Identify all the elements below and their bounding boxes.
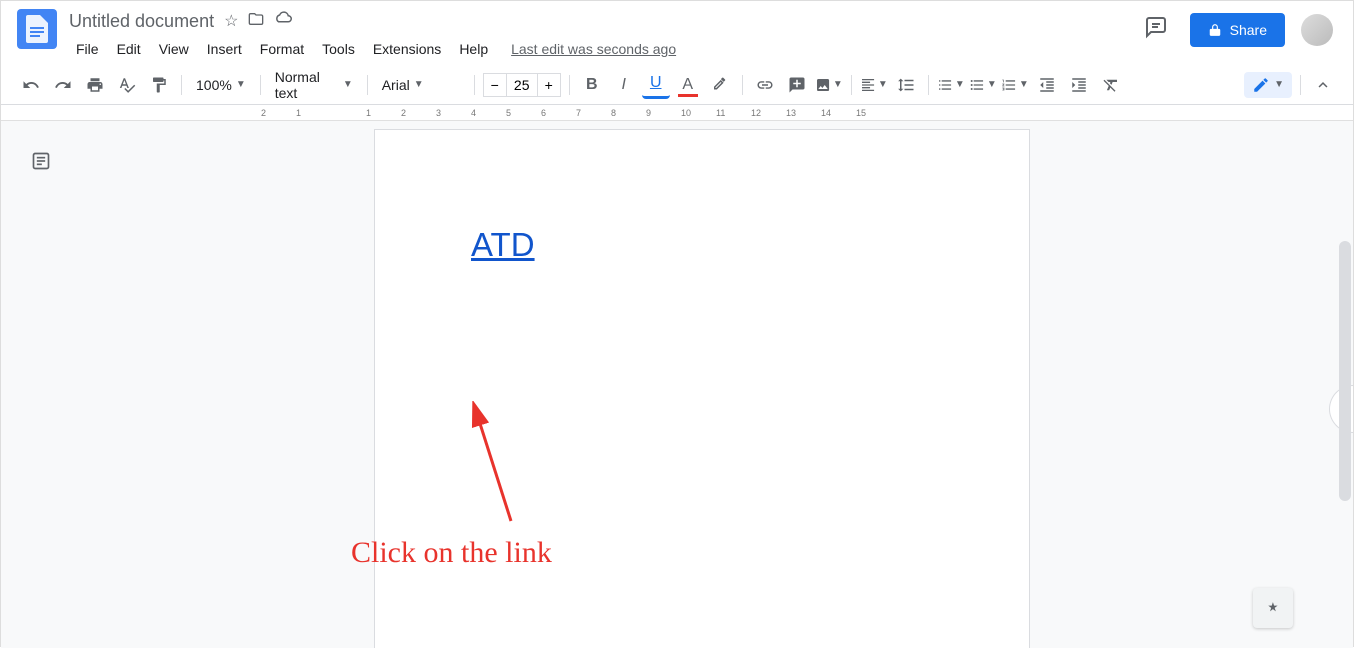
redo-button[interactable] — [49, 71, 77, 99]
font-size-decrease[interactable]: − — [483, 73, 507, 97]
last-edit-link[interactable]: Last edit was seconds ago — [511, 41, 676, 57]
cloud-icon[interactable] — [274, 11, 292, 32]
checklist-button[interactable]: ▼ — [937, 71, 965, 99]
print-button[interactable] — [81, 71, 109, 99]
font-size-input[interactable] — [507, 73, 537, 97]
comments-icon[interactable] — [1138, 9, 1174, 50]
horizontal-ruler[interactable]: 2 1 1 2 3 4 5 6 7 8 9 10 11 12 13 14 15 — [1, 105, 1353, 121]
menu-insert[interactable]: Insert — [200, 37, 249, 61]
header: Untitled document ☆ File Edit View Inser… — [1, 1, 1353, 65]
underline-button[interactable]: U — [642, 71, 670, 99]
editing-mode-button[interactable]: ▼ — [1244, 72, 1292, 98]
document-link[interactable]: ATD — [471, 226, 535, 263]
italic-button[interactable]: I — [610, 71, 638, 99]
collapse-toolbar-button[interactable] — [1309, 71, 1337, 99]
move-icon[interactable] — [248, 11, 264, 32]
font-size-group: − + — [483, 73, 561, 97]
bulleted-list-button[interactable]: ▼ — [969, 71, 997, 99]
undo-button[interactable] — [17, 71, 45, 99]
document-title[interactable]: Untitled document — [69, 11, 214, 32]
font-size-increase[interactable]: + — [537, 73, 561, 97]
decrease-indent-button[interactable] — [1033, 71, 1061, 99]
align-button[interactable]: ▼ — [860, 71, 888, 99]
insert-link-button[interactable] — [751, 71, 779, 99]
menu-view[interactable]: View — [152, 37, 196, 61]
share-button[interactable]: Share — [1190, 13, 1285, 47]
line-spacing-button[interactable] — [892, 71, 920, 99]
menu-bar: File Edit View Insert Format Tools Exten… — [69, 37, 1138, 61]
text-color-button[interactable]: A — [674, 71, 702, 99]
header-right: Share — [1138, 9, 1337, 50]
vertical-scrollbar[interactable] — [1339, 241, 1351, 501]
share-label: Share — [1230, 22, 1267, 38]
add-comment-button[interactable] — [783, 71, 811, 99]
zoom-select[interactable]: 100%▼ — [190, 73, 252, 97]
document-page[interactable]: ATD — [374, 129, 1030, 648]
lock-icon — [1208, 23, 1222, 37]
workspace: ATD Click on the link — [1, 121, 1353, 648]
increase-indent-button[interactable] — [1065, 71, 1093, 99]
menu-edit[interactable]: Edit — [110, 37, 148, 61]
docs-logo[interactable] — [17, 9, 57, 49]
menu-extensions[interactable]: Extensions — [366, 37, 448, 61]
insert-image-button[interactable]: ▼ — [815, 71, 843, 99]
menu-help[interactable]: Help — [452, 37, 495, 61]
title-area: Untitled document ☆ File Edit View Inser… — [69, 9, 1138, 61]
menu-file[interactable]: File — [69, 37, 106, 61]
explore-button[interactable] — [1253, 588, 1293, 628]
style-select[interactable]: Normal text▼ — [269, 65, 359, 105]
toolbar: 100%▼ Normal text▼ Arial▼ − + B I U A ▼ … — [1, 65, 1353, 105]
star-icon[interactable]: ☆ — [224, 11, 238, 32]
spellcheck-button[interactable] — [113, 71, 141, 99]
menu-tools[interactable]: Tools — [315, 37, 362, 61]
outline-icon[interactable] — [31, 151, 51, 176]
numbered-list-button[interactable]: ▼ — [1001, 71, 1029, 99]
clear-formatting-button[interactable] — [1097, 71, 1125, 99]
menu-format[interactable]: Format — [253, 37, 311, 61]
avatar[interactable] — [1301, 14, 1333, 46]
highlight-button[interactable] — [706, 71, 734, 99]
paint-format-button[interactable] — [145, 71, 173, 99]
page-area: ATD — [51, 121, 1353, 648]
font-select[interactable]: Arial▼ — [376, 73, 466, 97]
bold-button[interactable]: B — [578, 71, 606, 99]
